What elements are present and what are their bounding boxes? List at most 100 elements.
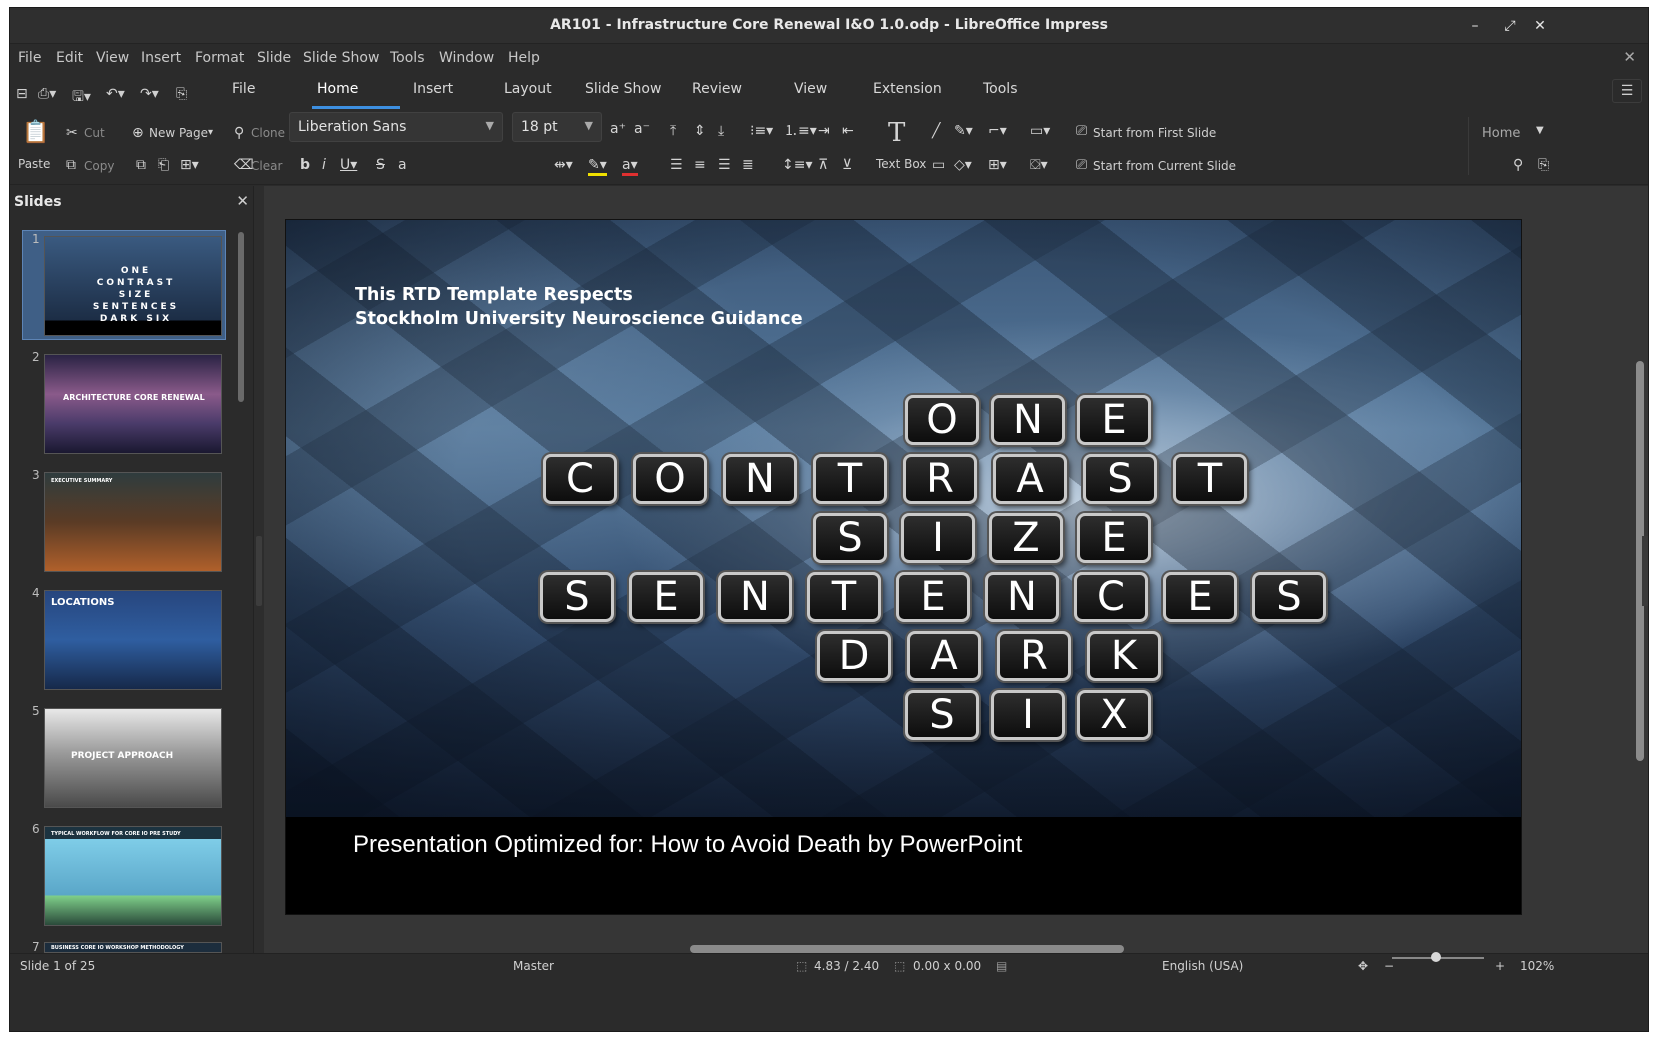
justify-icon[interactable]: ≣ <box>742 157 754 173</box>
numbered-list-icon[interactable]: ⒈≡▾ <box>784 123 817 139</box>
underline-icon[interactable]: U▾ <box>340 157 357 173</box>
find-replace-icon[interactable]: ⎘ <box>1538 157 1549 173</box>
copy-button[interactable]: Copy <box>84 159 114 173</box>
tab-file[interactable]: File <box>232 81 255 97</box>
slide-thumbnail-3[interactable]: EXECUTIVE SUMMARY <box>44 472 222 572</box>
zoom-out-icon[interactable]: − <box>1384 959 1394 973</box>
sidebar-collapse-grip[interactable] <box>1642 536 1648 606</box>
new-page-icon[interactable]: ⊕ <box>132 125 144 141</box>
menu-slide[interactable]: Slide <box>257 50 291 66</box>
chevron-down-icon[interactable]: ▼ <box>1536 123 1544 139</box>
close-pane-icon[interactable]: ✕ <box>236 192 249 210</box>
close-window-button[interactable]: ✕ <box>1530 16 1550 36</box>
tab-slide-show[interactable]: Slide Show <box>585 81 661 97</box>
cut-button[interactable]: Cut <box>84 126 105 140</box>
menu-hamburger-icon[interactable]: ☰ <box>1612 79 1642 103</box>
slide-thumbnail-7[interactable]: BUSINESS CORE IO WORKSHOP METHODOLOGY <box>44 942 222 953</box>
menu-file[interactable]: File <box>18 50 41 66</box>
start-from-current-slide-button[interactable]: Start from Current Slide <box>1093 159 1236 173</box>
clone-button[interactable]: Clone <box>251 126 285 140</box>
italic-icon[interactable]: i <box>322 157 326 173</box>
clear-button[interactable]: Clear <box>251 159 282 173</box>
decrease-indent-icon[interactable]: ⇤ <box>842 123 854 139</box>
curve-icon[interactable]: ✎▾ <box>954 123 973 139</box>
tab-extension[interactable]: Extension <box>873 81 942 97</box>
bold-icon[interactable]: b <box>300 157 310 173</box>
new-document-icon[interactable]: ⊟ <box>16 86 28 102</box>
slide-heading[interactable]: This RTD Template Respects Stockholm Uni… <box>355 283 803 331</box>
shrink-font-icon[interactable]: a⁻ <box>634 121 650 137</box>
document-modified-icon[interactable]: ▤ <box>996 959 1007 973</box>
paste-icon[interactable]: 📋 <box>22 121 49 145</box>
paragraph-spacing-decrease-icon[interactable]: ⊻ <box>842 157 852 173</box>
highlight-color-icon[interactable]: ✎▾ <box>588 157 607 176</box>
slide-thumbnail-6[interactable]: TYPICAL WORKFLOW FOR CORE IO PRE STUDY <box>44 826 222 926</box>
fill-color-icon[interactable]: ⛋▾ <box>1030 157 1048 173</box>
menu-help[interactable]: Help <box>508 50 540 66</box>
slide-thumbnail-2[interactable]: ARCHITECTURE CORE RENEWAL <box>44 354 222 454</box>
sidebar-deck-selector[interactable]: Home <box>1482 126 1520 141</box>
basic-shapes-icon[interactable]: ◇▾ <box>954 157 972 173</box>
minimize-button[interactable]: – <box>1465 16 1485 36</box>
line-spacing-icon[interactable]: ↕≡▾ <box>782 157 813 173</box>
menu-edit[interactable]: Edit <box>56 50 83 66</box>
text-box-button[interactable]: Text Box <box>876 157 926 171</box>
redo-icon[interactable]: ↷▾ <box>140 86 159 102</box>
paragraph-spacing-increase-icon[interactable]: ⊼ <box>818 157 828 173</box>
align-center-vertical-icon[interactable]: ⇕ <box>694 123 706 139</box>
increase-indent-icon[interactable]: ⇥ <box>818 123 830 139</box>
close-document-icon[interactable]: ✕ <box>1623 48 1636 66</box>
align-bottom-icon[interactable]: ⤓ <box>718 123 724 139</box>
cut-icon[interactable]: ✂ <box>66 125 78 141</box>
save-icon[interactable]: 🖫▾ <box>72 86 91 110</box>
start-current-slide-icon[interactable]: ⎚ <box>1076 157 1087 173</box>
pane-divider[interactable] <box>254 186 264 953</box>
tab-home[interactable]: Home <box>317 81 358 97</box>
shadow-icon[interactable]: a <box>398 157 407 173</box>
font-size-combo[interactable]: 18 pt ▼ <box>512 112 602 142</box>
rectangle-icon[interactable]: ▭ <box>932 157 945 173</box>
align-center-icon[interactable]: ≡ <box>694 157 706 173</box>
strikethrough-icon[interactable]: S <box>376 157 385 173</box>
tab-view[interactable]: View <box>794 81 827 97</box>
language-indicator[interactable]: English (USA) <box>1162 959 1243 973</box>
menu-slide-show[interactable]: Slide Show <box>303 50 379 66</box>
start-from-first-slide-button[interactable]: Start from First Slide <box>1093 126 1216 140</box>
line-icon[interactable]: ╱ <box>932 123 940 139</box>
slide-thumbnail-5[interactable]: PROJECT APPROACH <box>44 708 222 808</box>
maximize-button[interactable]: ⤢ <box>1500 16 1520 36</box>
connector-icon[interactable]: ⌐▾ <box>988 123 1007 139</box>
clone-icon[interactable]: ⚲ <box>234 125 244 141</box>
slide-thumbnail-1[interactable]: ONE CONTRAST SIZE SENTENCES DARK SIX <box>44 236 222 336</box>
fit-slide-icon[interactable]: ✥ <box>1358 959 1368 973</box>
divider-grip[interactable] <box>256 536 262 606</box>
menu-format[interactable]: Format <box>195 50 244 66</box>
text-box-icon[interactable]: T <box>888 119 905 147</box>
print-icon[interactable]: ⎘ <box>176 86 187 102</box>
font-color-icon[interactable]: a▾ <box>622 157 638 176</box>
duplicate-page-icon[interactable]: ⧉ <box>136 157 146 173</box>
menu-tools[interactable]: Tools <box>390 50 425 66</box>
character-spacing-icon[interactable]: ⇹▾ <box>554 157 573 173</box>
copy-icon[interactable]: ⧉ <box>66 157 76 173</box>
tab-tools[interactable]: Tools <box>983 81 1018 97</box>
align-top-icon[interactable]: ⤒ <box>670 123 676 139</box>
paste-label[interactable]: Paste <box>18 157 50 171</box>
table-icon[interactable]: ⊞▾ <box>988 157 1007 173</box>
bullet-list-icon[interactable]: ⁝≡▾ <box>750 123 773 139</box>
menu-insert[interactable]: Insert <box>141 50 181 66</box>
grow-font-icon[interactable]: a⁺ <box>610 121 626 137</box>
master-name[interactable]: Master <box>513 959 554 973</box>
slide-layout-icon[interactable]: ⊞▾ <box>180 157 199 173</box>
zoom-in-icon[interactable]: + <box>1495 959 1505 973</box>
menu-window[interactable]: Window <box>439 50 494 66</box>
delete-page-icon[interactable]: ⎗ <box>158 157 169 173</box>
slide-thumbnail-4[interactable]: LOCATIONS <box>44 590 222 690</box>
start-first-slide-icon[interactable]: ⎚ <box>1076 123 1087 139</box>
slide-1[interactable]: This RTD Template Respects Stockholm Uni… <box>285 219 1522 915</box>
slide-subtitle[interactable]: Presentation Optimized for: How to Avoid… <box>353 831 1022 859</box>
undo-icon[interactable]: ↶▾ <box>106 86 125 102</box>
align-left-icon[interactable]: ☰ <box>670 157 683 173</box>
open-document-icon[interactable]: ⎙▾ <box>38 86 56 102</box>
tab-review[interactable]: Review <box>692 81 742 97</box>
